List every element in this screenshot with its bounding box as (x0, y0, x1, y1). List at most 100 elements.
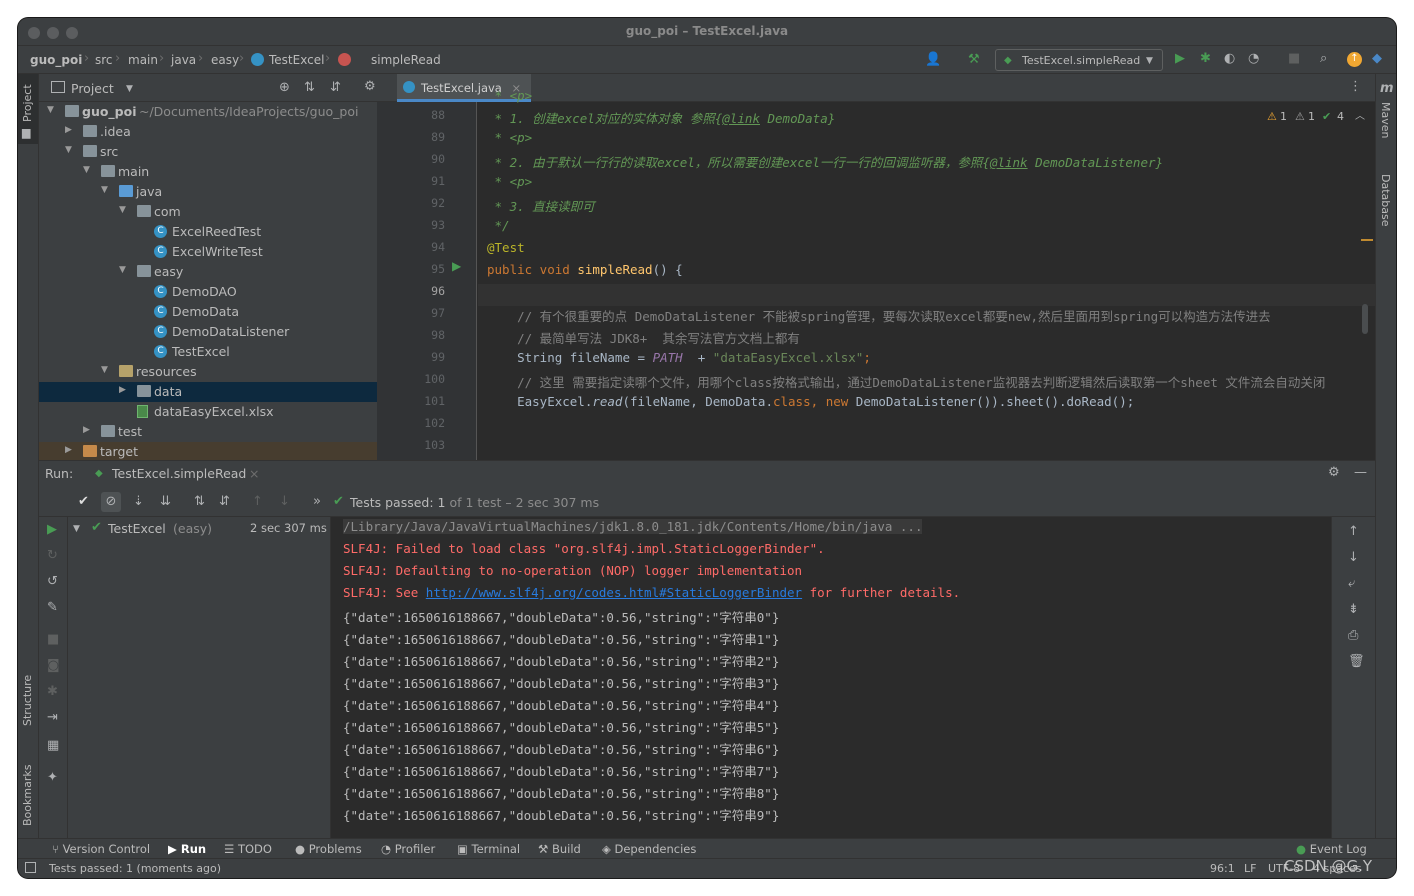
breadcrumb-class[interactable]: TestExcel (269, 53, 324, 67)
run-tab-label[interactable]: TestExcel.simpleRead (112, 466, 246, 481)
tree-item-com[interactable]: ▼ com (39, 202, 377, 222)
code-line[interactable]: * <p> (487, 88, 533, 103)
gear-icon[interactable]: ⚙ (364, 80, 376, 94)
chevron-up-icon[interactable]: ︿ (1355, 110, 1365, 124)
tree-item-demodata[interactable]: C DemoData (39, 302, 377, 322)
export-icon[interactable]: ⇥ (47, 711, 58, 725)
tree-item-excelwritetest[interactable]: C ExcelWriteTest (39, 242, 377, 262)
breadcrumb-easy[interactable]: easy (211, 53, 239, 67)
tree-item-test[interactable]: ▶ test (39, 422, 377, 442)
tree-item-project-root[interactable]: ▼ guo_poi ~/Documents/IdeaProjects/guo_p… (39, 102, 377, 122)
coverage-icon[interactable]: ◐ (1224, 52, 1235, 66)
locate-icon[interactable]: ⊕ (279, 81, 290, 95)
console-output[interactable]: /Library/Java/JavaVirtualMachines/jdk1.8… (331, 517, 1331, 839)
camera-icon[interactable]: ◙ (47, 659, 60, 673)
run-configuration-select[interactable]: ◆ TestExcel.simpleRead ▼ (995, 49, 1163, 71)
dependencies-tool[interactable]: ◈ Dependencies (602, 842, 696, 856)
problems-tool[interactable]: ● Problems (295, 842, 362, 856)
caret-position[interactable]: 96:1 (1210, 862, 1235, 875)
tree-item-demodatalistener[interactable]: C DemoDataListener (39, 322, 377, 342)
profiler-tool[interactable]: ◔ Profiler (381, 842, 435, 856)
version-control-tool[interactable]: ⑂ Version Control (52, 842, 150, 856)
code-line[interactable]: */ (487, 218, 510, 233)
run-icon[interactable]: ▶ (1175, 52, 1185, 66)
hide-panel-icon[interactable]: — (1354, 466, 1367, 480)
expand-all-icon[interactable]: ⇅ (304, 81, 315, 95)
code-line[interactable]: * 3. 直接读即可 (487, 196, 595, 215)
breadcrumb-project[interactable]: guo_poi (30, 53, 82, 67)
run-tool[interactable]: ▶ Run (168, 842, 206, 856)
tree-item-dataeasyexcel[interactable]: dataEasyExcel.xlsx (39, 402, 377, 422)
previous-failed-icon[interactable]: ↑ (252, 495, 263, 509)
sort-duration-icon[interactable]: ⇊ (160, 495, 171, 509)
expand-all-icon[interactable]: ⇅ (194, 495, 205, 509)
breadcrumb-main[interactable]: main (128, 53, 158, 67)
javadoc-link[interactable]: @link (722, 111, 760, 126)
collapse-all-icon[interactable]: ⇵ (330, 81, 341, 95)
code-line[interactable]: public void simpleRead() { (487, 262, 683, 277)
console-link[interactable]: http://www.slf4j.org/codes.html#StaticLo… (426, 585, 802, 600)
test-row[interactable]: ▼ ✔ TestExcel (easy) 2 sec 307 ms (68, 517, 331, 539)
code-line[interactable]: String fileName = PATH + "dataEasyExcel.… (487, 350, 871, 365)
sort-alpha-icon[interactable]: ⇣ (133, 495, 144, 509)
editor-vertical-scrollbar[interactable] (1362, 304, 1368, 334)
code-line[interactable]: * <p> (487, 130, 533, 145)
code-line[interactable]: EasyExcel.read(fileName, DemoData.class,… (487, 394, 1134, 409)
jetbrains-logo-icon[interactable]: ◆ (1372, 52, 1382, 66)
breadcrumb-method[interactable]: simpleRead (371, 53, 441, 67)
breadcrumb-src[interactable]: src (95, 53, 113, 67)
project-tool-label[interactable]: Project (21, 84, 34, 122)
next-failed-icon[interactable]: ↓ (279, 495, 290, 509)
profile-icon[interactable]: ◔ (1248, 52, 1259, 66)
debug-icon[interactable]: ✱ (47, 685, 58, 699)
tree-item-idea[interactable]: ▶ .idea (39, 122, 377, 142)
pin-icon[interactable]: ✦ (47, 771, 58, 785)
show-passed-icon[interactable]: ✔ (78, 495, 89, 509)
todo-tool[interactable]: ☰ TODO (224, 842, 272, 856)
search-icon[interactable]: ⌕ (1320, 52, 1327, 66)
database-tool-label[interactable]: Database (1379, 174, 1392, 227)
warning-stripe[interactable] (1361, 239, 1373, 241)
debug-icon[interactable]: ✱ (1200, 52, 1211, 66)
event-log-tool[interactable]: ● Event Log (1296, 842, 1367, 856)
rerun-failed-icon[interactable]: ↻ (47, 549, 58, 563)
arrow-up-icon[interactable]: ↑ (1348, 525, 1359, 539)
console-command-line[interactable]: /Library/Java/JavaVirtualMachines/jdk1.8… (343, 519, 923, 534)
tree-item-testexcel[interactable]: C TestExcel (39, 342, 377, 362)
code-line[interactable]: // 最简单写法 JDK8+ 其余写法官方文档上都有 (487, 328, 800, 347)
code-line[interactable]: * 1. 创建excel对应的实体对象 参照{@link DemoData} (487, 108, 836, 127)
chevron-down-icon[interactable]: ▼ (126, 82, 133, 96)
update-icon[interactable]: ↑ (1347, 52, 1362, 67)
collapse-all-icon[interactable]: ⇵ (219, 495, 230, 509)
tree-item-excelreedtest[interactable]: C ExcelReedTest (39, 222, 377, 242)
tree-item-target[interactable]: ▶ target (39, 442, 377, 460)
breadcrumb-java[interactable]: java (171, 53, 196, 67)
run-test-gutter-icon[interactable]: ▶ (452, 259, 461, 273)
trash-icon[interactable]: 🗑 (1348, 655, 1365, 669)
code-line[interactable]: // 有个很重要的点 DemoDataListener 不能被spring管理，… (487, 306, 1271, 325)
stop-icon[interactable]: ■ (47, 633, 59, 647)
structure-tool-label[interactable]: Structure (21, 675, 34, 726)
tree-item-easy[interactable]: ▼ easy (39, 262, 377, 282)
close-icon[interactable]: × (249, 466, 259, 481)
bookmarks-tool-label[interactable]: Bookmarks (21, 765, 34, 826)
layout-icon[interactable]: ▦ (47, 739, 59, 753)
tree-item-java[interactable]: ▼ java (39, 182, 377, 202)
maven-tool-label[interactable]: Maven (1379, 102, 1392, 138)
tree-item-main[interactable]: ▼ main (39, 162, 377, 182)
code-line[interactable]: @Test (487, 240, 525, 255)
build-tool[interactable]: ⚒ Build (538, 842, 581, 856)
tree-item-demodao[interactable]: C DemoDAO (39, 282, 377, 302)
line-separator[interactable]: LF (1244, 862, 1256, 875)
scroll-to-end-icon[interactable]: ⇟ (1348, 603, 1359, 617)
more-icon[interactable]: » (313, 495, 321, 509)
code-line[interactable]: // 这里 需要指定读哪个文件，用哪个class按格式输出，通过DemoData… (487, 372, 1325, 391)
build-hammer-icon[interactable]: ⚒ (968, 53, 980, 67)
more-icon[interactable]: ⋮ (1349, 80, 1362, 94)
tree-item-resources[interactable]: ▼ resources (39, 362, 377, 382)
toggle-auto-test-icon[interactable]: ↺ (47, 575, 58, 589)
tree-item-src[interactable]: ▼ src (39, 142, 377, 162)
gear-icon[interactable]: ⚙ (1328, 466, 1340, 480)
code-line[interactable]: * <p> (487, 174, 533, 189)
show-ignored-icon[interactable]: ⊘ (101, 492, 121, 512)
